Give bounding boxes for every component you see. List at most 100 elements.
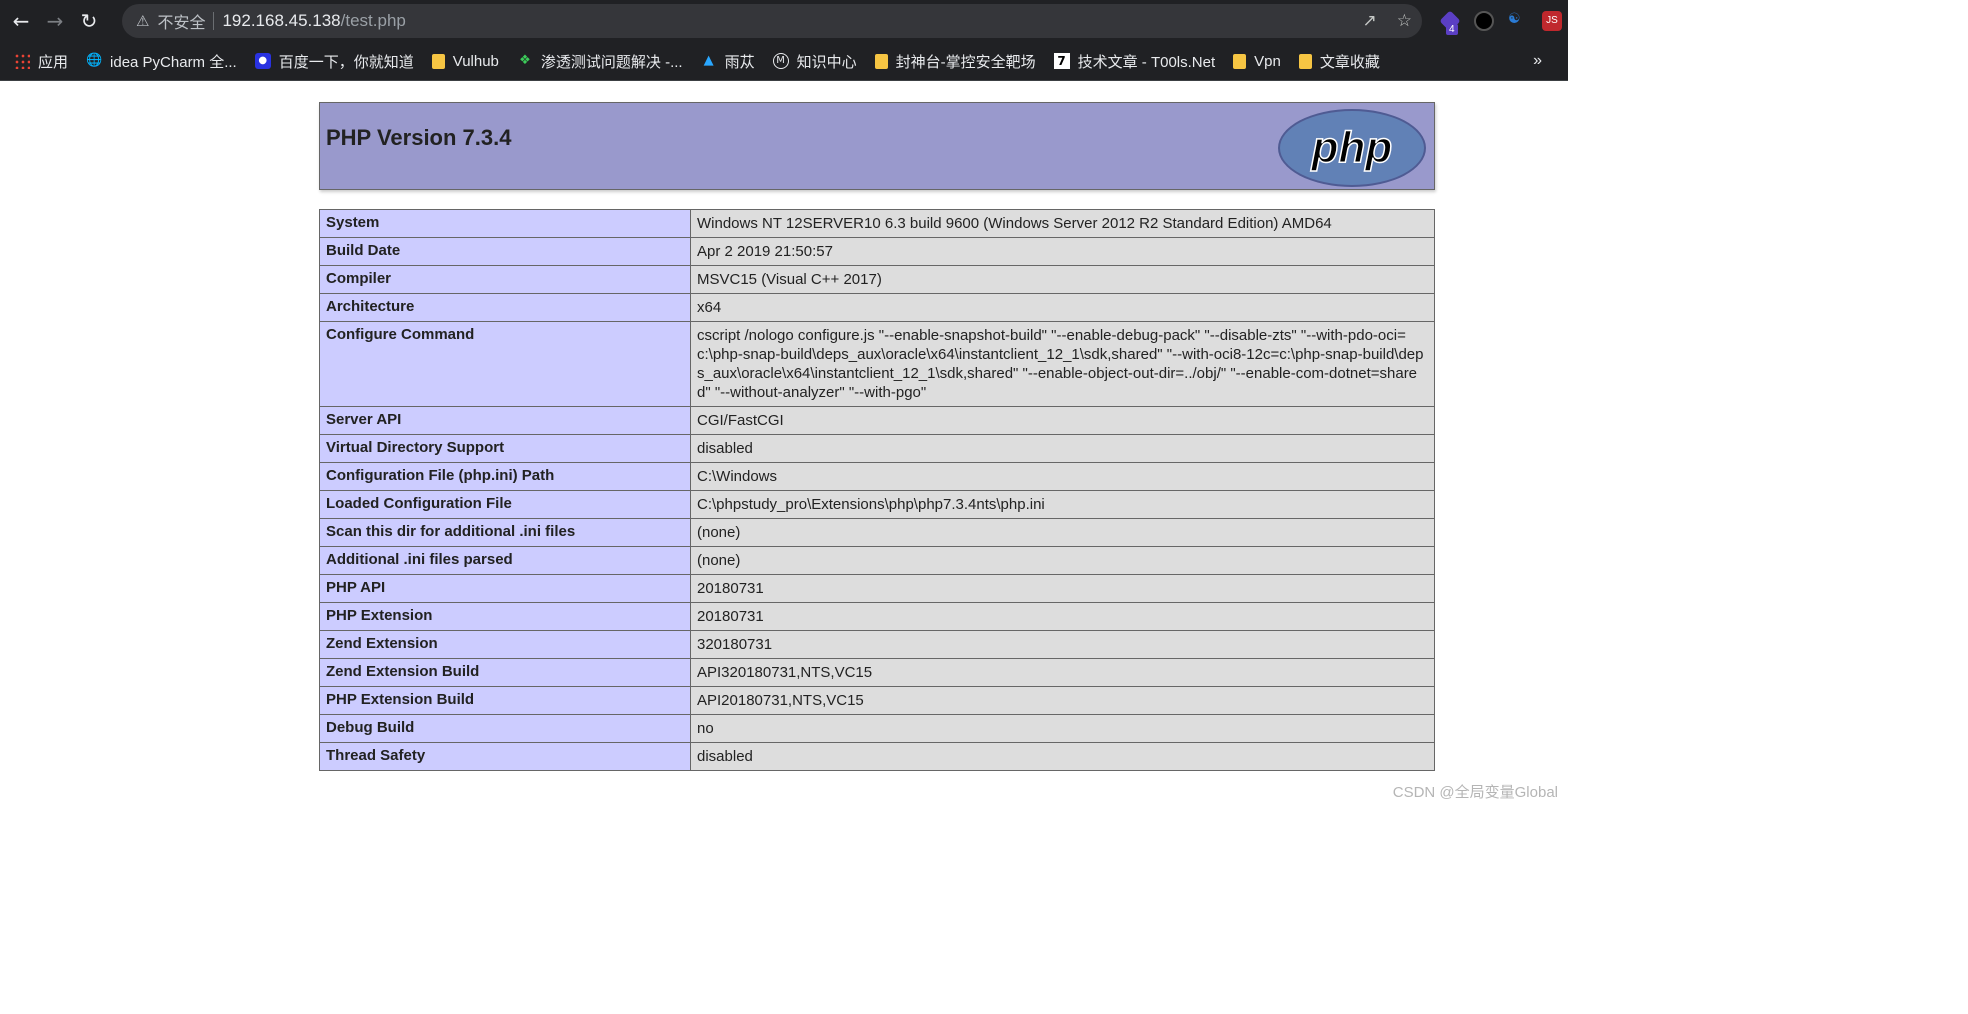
table-row: Configuration File (php.ini) Path C:\Wind…: [319, 462, 1435, 491]
folder-icon: [874, 53, 888, 69]
globe-icon: 🌐: [86, 53, 103, 68]
folder-icon: [1298, 53, 1312, 69]
table-row: Scan this dir for additional .ini files(…: [319, 518, 1435, 547]
php-logo-mark: php: [1310, 122, 1393, 173]
back-icon[interactable]: ←: [8, 8, 34, 34]
table-row: PHP API 20180731: [319, 574, 1435, 603]
apps-icon: [14, 53, 30, 69]
warning-icon[interactable]: ⚠: [136, 12, 149, 30]
table-row: Thread Safety disabled: [319, 742, 1435, 771]
row-value: MSVC15 (Visual C++ 2017): [690, 265, 1435, 294]
row-value: (none): [690, 546, 1435, 575]
row-key: Server API: [319, 406, 691, 435]
row-value: (none): [690, 518, 1435, 547]
bookmark-vulhub[interactable]: Vulhub: [431, 52, 499, 70]
bookmark-label: 应用: [38, 53, 69, 71]
row-key: Virtual Directory Support: [319, 434, 691, 463]
phpinfo-header: PHP Version 7.3.4 php: [319, 102, 1435, 190]
row-key: Build Date: [319, 237, 691, 266]
m-circle-icon: M: [772, 53, 789, 69]
insecure-label[interactable]: 不安全: [157, 9, 205, 33]
seven-icon: 7: [1053, 53, 1070, 69]
row-key: System: [319, 209, 691, 238]
table-row: Configure Command cscript /nologo configu…: [319, 321, 1435, 407]
bookmark-label: Vulhub: [452, 52, 499, 70]
folder-icon: [1233, 53, 1247, 69]
row-key: Thread Safety: [319, 742, 691, 771]
row-value: API320180731,NTS,VC15: [690, 658, 1435, 687]
row-value: x64: [690, 293, 1435, 322]
leaf-icon: ❖: [519, 53, 531, 68]
row-key: Configuration File (php.ini) Path: [319, 462, 691, 491]
reload-icon[interactable]: ↻: [76, 8, 102, 34]
address-actions: ↗ ☆: [1363, 4, 1413, 38]
row-value: 320180731: [690, 630, 1435, 659]
phpinfo-container: PHP Version 7.3.4 php: [319, 102, 1435, 190]
row-value: 20180731: [690, 574, 1435, 603]
table-row: Architecture x64: [319, 293, 1435, 322]
bookmark-yucong[interactable]: ▲ 雨苁: [701, 51, 755, 72]
address-bar[interactable]: ⚠ 不安全 192.168.45.138 /test.php ↗ ☆: [122, 4, 1422, 38]
baidu-icon: ●: [254, 53, 271, 69]
forward-icon[interactable]: →: [42, 8, 68, 34]
row-value: no: [690, 714, 1435, 743]
table-row: PHP Extension Build API20180731,NTS,VC15: [319, 686, 1435, 715]
extension-circle-icon[interactable]: [1474, 11, 1494, 31]
row-value: API20180731,NTS,VC15: [690, 686, 1435, 715]
address-divider: [213, 12, 215, 30]
table-row: Additional .ini files parsed (none): [319, 546, 1435, 575]
bookmark-t00ls[interactable]: 7 技术文章 - T00ls.Net: [1053, 51, 1216, 72]
arrow-icon: ▲: [703, 53, 714, 68]
row-key: Architecture: [319, 293, 691, 322]
page-title: PHP Version 7.3.4: [326, 125, 512, 150]
bookmark-label: Vpn: [1254, 52, 1281, 70]
bookmark-label: 文章收藏: [1319, 53, 1380, 71]
table-row: Loaded Configuration File C:\phpstudy_pro…: [319, 490, 1435, 519]
row-value: C:\phpstudy_pro\Extensions\php\php7.3.4n…: [690, 490, 1435, 519]
table-row: Zend Extension 320180731: [319, 630, 1435, 659]
row-key: PHP Extension: [319, 602, 691, 631]
extension-js-icon[interactable]: JS: [1542, 11, 1562, 31]
bookmark-baidu[interactable]: ● 百度一下，你就知道: [254, 51, 414, 72]
bookmark-apps[interactable]: 应用: [14, 51, 68, 72]
bookmark-label: 封神台-掌控安全靶场: [895, 53, 1036, 71]
bookmarks-bar: 应用 🌐 idea PyCharm 全... ● 百度一下，你就知道 Vulhu…: [0, 42, 1568, 81]
browser-toolbar: ← → ↻ ⚠ 不安全 192.168.45.138 /test.php ↗ ☆…: [0, 0, 1568, 42]
row-key: Compiler: [319, 265, 691, 294]
row-key: Zend Extension Build: [319, 658, 691, 687]
bookmark-knowledge[interactable]: M 知识中心: [772, 51, 857, 72]
row-key: Debug Build: [319, 714, 691, 743]
bookmark-label: 渗透测试问题解决 -...: [540, 53, 683, 71]
bookmark-label: idea PyCharm 全...: [110, 53, 237, 71]
bookmark-pycharm[interactable]: 🌐 idea PyCharm 全...: [86, 51, 237, 72]
row-key: Configure Command: [319, 321, 691, 407]
row-value: 20180731: [690, 602, 1435, 631]
bookmark-fengshentai[interactable]: 封神台-掌控安全靶场: [874, 51, 1036, 72]
url-path[interactable]: /test.php: [341, 11, 406, 31]
bookmark-articles[interactable]: 文章收藏: [1298, 51, 1380, 72]
row-key: Loaded Configuration File: [319, 490, 691, 519]
bookmark-label: 雨苁: [724, 53, 755, 71]
row-key: Additional .ini files parsed: [319, 546, 691, 575]
bookmark-label: 技术文章 - T00ls.Net: [1077, 53, 1216, 71]
extension-blue-icon[interactable]: ☯: [1508, 11, 1528, 31]
folder-icon: [431, 53, 445, 69]
row-value: CGI/FastCGI: [690, 406, 1435, 435]
row-key: Zend Extension: [319, 630, 691, 659]
more-bookmarks-icon[interactable]: »: [1533, 52, 1542, 70]
bookmark-pentest[interactable]: ❖ 渗透测试问题解决 -...: [517, 51, 683, 72]
extension-badge: 4: [1446, 24, 1458, 35]
table-row: Zend Extension Build API320180731,NTS,VC1…: [319, 658, 1435, 687]
watermark: CSDN @全局变量Global: [1392, 784, 1558, 801]
table-row: Server API CGI/FastCGI: [319, 406, 1435, 435]
url-host[interactable]: 192.168.45.138: [222, 11, 340, 31]
row-value: C:\Windows: [690, 462, 1435, 491]
phpinfo-table: System Windows NT 12SERVER10 6.3 build 96…: [319, 209, 1435, 771]
share-icon[interactable]: ↗: [1363, 11, 1377, 31]
row-value: disabled: [690, 434, 1435, 463]
table-row: Virtual Directory Support disabled: [319, 434, 1435, 463]
php-logo[interactable]: php: [1278, 109, 1426, 187]
bookmark-star-icon[interactable]: ☆: [1397, 11, 1412, 31]
bookmark-vpn[interactable]: Vpn: [1233, 53, 1281, 70]
table-row: Compiler MSVC15 (Visual C++ 2017): [319, 265, 1435, 294]
